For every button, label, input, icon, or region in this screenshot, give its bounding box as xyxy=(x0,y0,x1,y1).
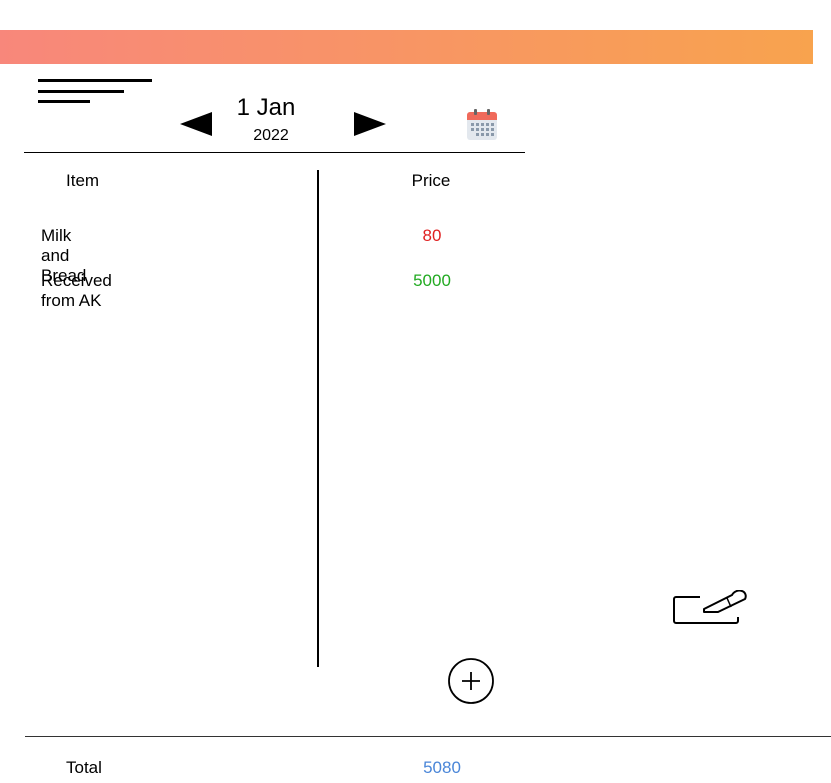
add-entry-button[interactable] xyxy=(446,657,496,705)
triangle-left-icon xyxy=(180,112,212,136)
entry-item-price[interactable]: 80 xyxy=(382,226,482,246)
column-header-item: Item xyxy=(66,171,100,190)
edit-pencil-icon xyxy=(673,589,747,624)
previous-date-button[interactable] xyxy=(178,110,214,138)
next-date-button[interactable] xyxy=(352,110,388,138)
entry-item-name[interactable]: Received from AK xyxy=(41,271,112,311)
date-day-month: 1 Jan xyxy=(236,94,296,121)
edit-button[interactable] xyxy=(670,589,750,630)
total-value: 5080 xyxy=(423,758,461,777)
menu-line xyxy=(38,90,124,93)
total-label: Total xyxy=(66,758,102,777)
footer-divider xyxy=(25,736,831,737)
menu-line xyxy=(38,79,152,82)
calendar-button[interactable] xyxy=(464,108,500,142)
column-header-price: Price xyxy=(411,171,451,190)
plus-circle-icon xyxy=(448,658,494,704)
menu-line xyxy=(38,100,90,103)
entry-item-price[interactable]: 5000 xyxy=(382,271,482,291)
header-divider xyxy=(24,152,525,153)
app-header-bar xyxy=(0,30,813,64)
hamburger-icon[interactable] xyxy=(38,79,154,105)
calendar-icon xyxy=(467,109,497,140)
date-year: 2022 xyxy=(253,127,289,144)
triangle-right-icon xyxy=(354,112,386,136)
column-divider xyxy=(317,170,319,667)
